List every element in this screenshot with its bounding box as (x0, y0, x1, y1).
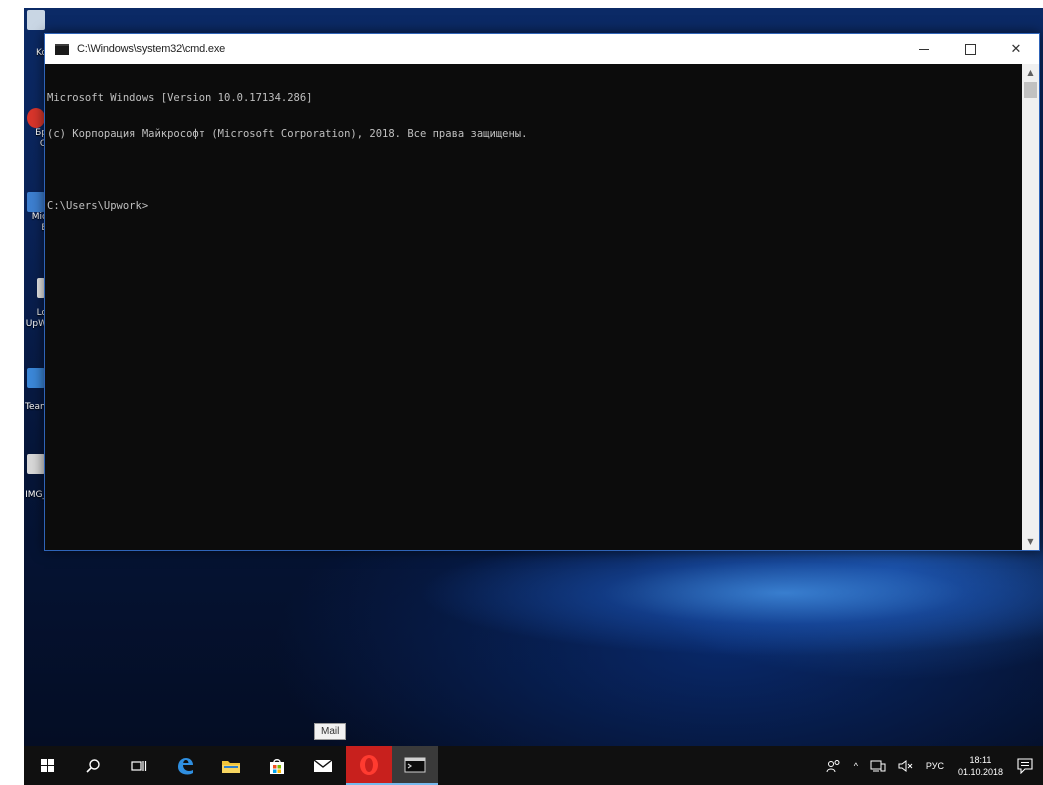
clock-time: 18:11 (969, 754, 992, 765)
scroll-up-button[interactable]: ▲ (1022, 64, 1039, 81)
document-icon (27, 192, 45, 212)
people-button[interactable] (820, 759, 848, 773)
cmd-taskbar-button[interactable] (392, 746, 438, 785)
store-icon (270, 758, 284, 774)
cmd-icon (404, 757, 426, 772)
vertical-scrollbar[interactable]: ▲ ▼ (1022, 64, 1039, 550)
mail-button[interactable] (300, 746, 346, 785)
cmd-icon (55, 43, 69, 55)
minimize-button[interactable] (901, 34, 947, 64)
taskbar: ^ РУС 18:11 01.10.2018 (24, 746, 1043, 785)
minimize-icon (919, 48, 929, 50)
console-output[interactable]: Microsoft Windows [Version 10.0.17134.28… (45, 64, 1020, 550)
teamviewer-icon (27, 368, 45, 388)
windows-icon (40, 759, 54, 772)
task-view-icon (131, 760, 147, 771)
system-tray: ^ РУС 18:11 01.10.2018 (820, 746, 1043, 785)
store-button[interactable] (254, 746, 300, 785)
opera-icon (27, 108, 45, 128)
scroll-down-button[interactable]: ▼ (1022, 533, 1039, 550)
network-icon (870, 760, 886, 771)
scroll-thumb[interactable] (1024, 82, 1037, 98)
title-bar[interactable]: C:\Windows\system32\cmd.exe ✕ (45, 34, 1039, 64)
window-title: C:\Windows\system32\cmd.exe (77, 43, 226, 55)
clock-date: 01.10.2018 (957, 766, 1003, 777)
opera-icon (360, 754, 378, 775)
edge-icon (178, 757, 193, 774)
file-explorer-button[interactable] (208, 746, 254, 785)
start-button[interactable] (24, 746, 70, 785)
clock[interactable]: 18:11 01.10.2018 (950, 754, 1011, 778)
mail-icon (313, 758, 333, 772)
cmd-window[interactable]: C:\Windows\system32\cmd.exe ✕ Microsoft … (44, 33, 1040, 551)
task-view-button[interactable] (116, 746, 162, 785)
folder-icon (222, 760, 240, 773)
people-icon (826, 759, 840, 772)
chevron-down-icon: ▼ (1027, 537, 1034, 546)
chevron-up-icon: ^ (853, 760, 858, 771)
volume-button[interactable] (892, 759, 920, 773)
image-file-icon (27, 454, 45, 474)
close-icon: ✕ (1010, 41, 1022, 57)
maximize-icon (964, 43, 976, 55)
maximize-button[interactable] (947, 34, 993, 64)
show-hidden-icons-button[interactable]: ^ (848, 761, 864, 771)
screenshot-frame: Ko Бр O Mic E Lo UpW Team IMG_ (0, 0, 1043, 785)
search-button[interactable] (70, 746, 116, 785)
console-line: Microsoft Windows [Version 10.0.17134.28… (47, 92, 313, 104)
opera-button[interactable] (346, 746, 392, 785)
mail-tooltip: Mail (314, 723, 347, 740)
search-icon (86, 758, 100, 773)
network-button[interactable] (864, 759, 892, 773)
console-prompt: C:\Users\Upwork> (47, 200, 149, 212)
notifications-icon (1017, 757, 1033, 774)
recycle-bin-icon (27, 10, 45, 30)
chevron-up-icon: ▲ (1027, 68, 1034, 77)
volume-muted-icon (898, 759, 913, 772)
input-language-button[interactable]: РУС (920, 761, 950, 771)
action-center-button[interactable] (1011, 757, 1043, 774)
close-button[interactable]: ✕ (993, 34, 1039, 64)
console-line: (c) Корпорация Майкрософт (Microsoft Cor… (47, 128, 528, 140)
edge-button[interactable] (162, 746, 208, 785)
